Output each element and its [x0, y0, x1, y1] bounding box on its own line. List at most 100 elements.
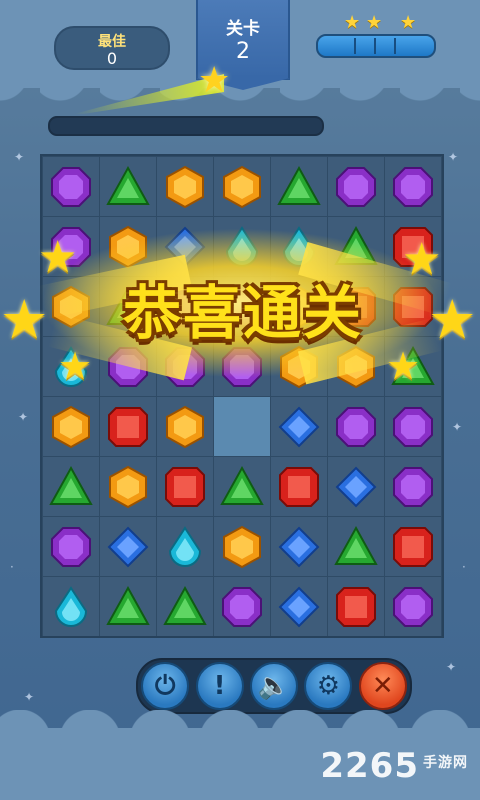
board-cell[interactable] [271, 577, 327, 636]
board-cell[interactable] [100, 157, 156, 216]
blue-diamond-gem-icon [278, 406, 320, 447]
orange-hexagon-gem-icon [166, 165, 204, 208]
orange-hexagon-gem-icon [223, 165, 261, 208]
board-cell[interactable] [157, 157, 213, 216]
info-button[interactable]: ! [195, 662, 244, 710]
red-square-gem-icon [165, 466, 205, 507]
board-cell[interactable] [271, 157, 327, 216]
orange-hexagon-gem-icon [223, 525, 261, 568]
purple-octagon-gem-icon [393, 466, 433, 507]
board-cell[interactable] [43, 517, 99, 576]
watermark-number: 2265 [320, 746, 419, 786]
star-bar-divider [354, 38, 356, 54]
board-cell[interactable] [328, 157, 384, 216]
board-cell[interactable] [385, 397, 441, 456]
green-triangle-gem-icon [106, 585, 150, 625]
board-cell[interactable] [214, 577, 270, 636]
green-triangle-gem-icon [49, 465, 93, 505]
purple-octagon-gem-icon [393, 406, 433, 447]
level-progress-track [48, 116, 324, 136]
board-cell[interactable] [214, 157, 270, 216]
sound-button[interactable]: 🔈 [249, 662, 298, 710]
red-square-gem-icon [393, 526, 433, 567]
board-cell[interactable] [271, 397, 327, 456]
gear-icon: ⚙ [316, 671, 341, 701]
red-square-gem-icon [336, 586, 376, 627]
green-triangle-gem-icon [106, 165, 150, 205]
board-cell[interactable] [385, 457, 441, 516]
board-cell[interactable] [271, 517, 327, 576]
board-cell[interactable] [100, 577, 156, 636]
purple-octagon-gem-icon [393, 166, 433, 207]
board-cell-empty[interactable] [214, 397, 270, 456]
best-score-value: 0 [106, 49, 118, 68]
board-cell[interactable] [100, 517, 156, 576]
celebration-star-icon: ★ [428, 288, 477, 351]
celebration-star-icon: ★ [58, 344, 93, 388]
orange-hexagon-gem-icon [166, 405, 204, 448]
blue-diamond-gem-icon [335, 466, 377, 507]
comet-star-icon: ★ [198, 60, 231, 101]
red-square-gem-icon [279, 466, 319, 507]
cyan-drop-gem-icon [168, 525, 202, 567]
star-progress-bar [316, 34, 436, 58]
purple-octagon-gem-icon [222, 586, 262, 627]
blue-diamond-gem-icon [278, 586, 320, 627]
board-cell[interactable] [214, 517, 270, 576]
board-cell[interactable] [271, 457, 327, 516]
board-cell[interactable] [157, 517, 213, 576]
blue-diamond-gem-icon [278, 526, 320, 567]
board-cell[interactable] [328, 457, 384, 516]
board-cell[interactable] [43, 577, 99, 636]
red-square-gem-icon [108, 406, 148, 447]
board-cell[interactable] [328, 517, 384, 576]
board-cell[interactable] [100, 397, 156, 456]
earned-star-icon: ★ [400, 12, 417, 33]
earned-star-icon: ★ [344, 12, 361, 33]
green-triangle-gem-icon [277, 165, 321, 205]
level-label: 关卡 [226, 19, 260, 39]
board-cell[interactable] [385, 577, 441, 636]
board-cell[interactable] [385, 517, 441, 576]
best-score-label: 最佳 [98, 34, 126, 50]
cyan-drop-gem-icon [54, 585, 88, 627]
purple-octagon-gem-icon [51, 526, 91, 567]
exclamation-icon: ! [213, 671, 226, 701]
best-score-panel: 最佳 0 [54, 26, 170, 70]
board-cell[interactable] [157, 457, 213, 516]
green-triangle-gem-icon [220, 465, 264, 505]
site-watermark: 2265 手游网 [320, 746, 468, 786]
board-cell[interactable] [157, 577, 213, 636]
gem-board[interactable] [40, 154, 444, 638]
board-cell[interactable] [43, 397, 99, 456]
board-cell[interactable] [43, 157, 99, 216]
settings-button[interactable]: ⚙ [304, 662, 353, 710]
control-bar: ⏻! 🔈 ⚙ ✕ [136, 658, 412, 714]
power-icon: ⏻ [154, 670, 176, 701]
board-cell[interactable] [214, 457, 270, 516]
purple-octagon-gem-icon [336, 406, 376, 447]
board-cell[interactable] [43, 457, 99, 516]
blue-diamond-gem-icon [107, 526, 149, 567]
green-triangle-gem-icon [334, 525, 378, 565]
board-cell[interactable] [157, 397, 213, 456]
close-button[interactable]: ✕ [358, 662, 407, 710]
green-triangle-gem-icon [163, 585, 207, 625]
speaker-icon: 🔈 [257, 671, 291, 701]
board-cell[interactable] [328, 577, 384, 636]
orange-hexagon-gem-icon [52, 405, 90, 448]
board-cell[interactable] [100, 457, 156, 516]
board-cell[interactable] [385, 157, 441, 216]
close-icon: ✕ [371, 671, 394, 701]
celebration-star-icon: ★ [38, 232, 78, 283]
board-cell[interactable] [328, 397, 384, 456]
star-bar-divider [394, 38, 396, 54]
purple-octagon-gem-icon [336, 166, 376, 207]
power-button[interactable]: ⏻ [141, 662, 190, 710]
purple-octagon-gem-icon [393, 586, 433, 627]
star-bar-divider [374, 38, 376, 54]
celebration-star-icon: ★ [402, 234, 442, 285]
level-complete-message: 恭喜通关 [122, 279, 363, 347]
earned-star-icon: ★ [366, 12, 383, 33]
purple-octagon-gem-icon [51, 166, 91, 207]
